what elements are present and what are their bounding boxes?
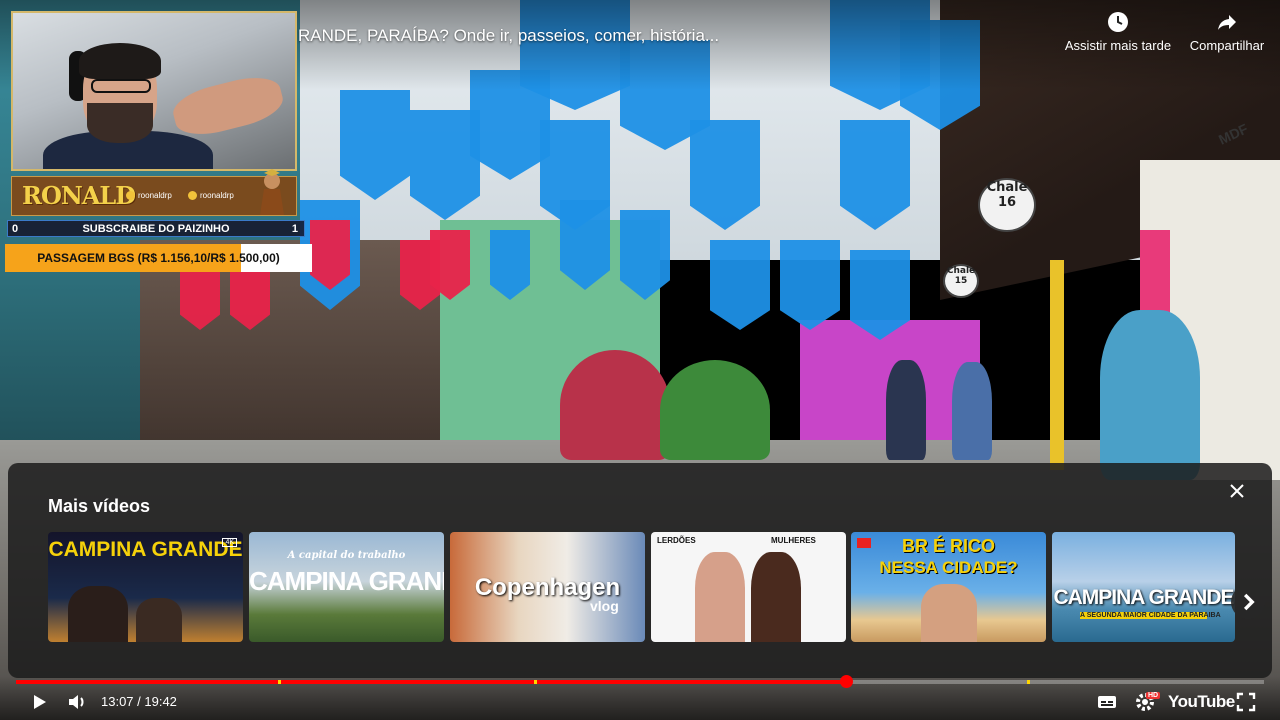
share-icon <box>1218 15 1236 30</box>
thumbnail-title: CAMPINA GRANDE <box>48 538 243 561</box>
clock-icon <box>1108 12 1128 32</box>
hd-badge: HD <box>1146 692 1161 699</box>
goal-label: SUBSCRAIBE DO PAIZINHO <box>82 223 230 235</box>
progress-played <box>16 680 846 684</box>
youtube-logo[interactable]: YouTube <box>1168 692 1235 712</box>
fullscreen-icon[interactable] <box>1234 690 1258 714</box>
time-display: 13:07 / 19:42 <box>101 694 177 709</box>
thumbnail-title: LERDÕES <box>657 536 696 545</box>
video-thumbnail[interactable]: CAMPINA GRANDE 4K <box>48 532 243 642</box>
thumbnail-person <box>921 584 977 642</box>
person-walking <box>886 360 926 460</box>
thumbnail-title: BR É RICO <box>901 536 995 556</box>
chapter-marker <box>1026 680 1030 684</box>
video-thumbnail[interactable]: CAMPINA GRANDE A SEGUNDA MAIOR CIDADE DA… <box>1052 532 1235 642</box>
green-plant <box>660 360 770 460</box>
chevron-right-icon <box>1243 593 1255 611</box>
chapter-marker <box>533 680 537 684</box>
social-handle-text: roonaldrp <box>200 191 234 200</box>
person-standing <box>1100 310 1200 480</box>
progress-bar[interactable] <box>16 675 1264 688</box>
webcam-hand <box>169 70 287 142</box>
volume-icon[interactable] <box>65 690 89 714</box>
webcam-glasses <box>91 79 151 93</box>
donation-goal-label: PASSAGEM BGS (R$ 1.156,10/R$ 1.500,00) <box>37 251 280 265</box>
webcam-beard <box>87 103 153 143</box>
person-walking <box>952 362 992 460</box>
thumbnail-subtitle: vlog <box>590 598 619 614</box>
festival-flag <box>780 240 840 330</box>
share-label: Compartilhar <box>1189 38 1265 53</box>
chale-16-label: Chale 16 <box>986 180 1028 210</box>
goal-target: 1 <box>291 223 298 235</box>
social-handle-text: roonaldrp <box>138 191 172 200</box>
thumbnail-person <box>68 586 128 642</box>
chale-15-sign: Chale 15 <box>943 264 979 298</box>
more-videos-panel: Mais vídeos CAMPINA GRANDE 4K A capital … <box>8 463 1272 678</box>
play-icon[interactable] <box>27 690 51 714</box>
streamer-name: RONALD <box>22 181 136 210</box>
festival-flag <box>710 240 770 330</box>
subtitles-icon[interactable] <box>1095 690 1119 714</box>
watch-later-button[interactable]: Assistir mais tarde <box>1060 10 1176 53</box>
video-thumbnail[interactable]: LERDÕES MULHERES <box>651 532 846 642</box>
chale-16-sign: Chale 16 <box>978 178 1036 232</box>
share-button[interactable]: Compartilhar <box>1184 10 1270 53</box>
subscriber-goal-bar: 0 SUBSCRAIBE DO PAIZINHO 1 <box>7 220 305 237</box>
chale-15-label: Chale 15 <box>946 266 976 286</box>
thumbnail-person <box>136 598 182 642</box>
more-videos-title: Mais vídeos <box>48 496 151 516</box>
social-handle: roonaldrp <box>126 191 172 201</box>
4k-badge: 4K <box>222 538 237 547</box>
thumbnail-title: CAMPINA GRANDE <box>249 566 444 596</box>
social-icon <box>188 191 197 201</box>
next-videos-button[interactable] <box>1231 585 1265 619</box>
streamer-name-bar: RONALD roonaldrp roonaldrp <box>11 169 297 216</box>
thumbnail-subtitle: A SEGUNDA MAIOR CIDADE DA PARAIBA <box>1080 612 1221 619</box>
thumbnail-title: CAMPINA GRANDE <box>1053 586 1234 609</box>
video-title[interactable]: RANDE, PARAÍBA? Onde ir, passeios, comer… <box>298 26 719 46</box>
thumbnail-subtitle: MULHERES <box>771 536 816 545</box>
social-handle: roonaldrp <box>188 191 234 201</box>
webcam-hair <box>79 43 161 79</box>
yellow-door-frame <box>1050 260 1064 470</box>
red-plant <box>560 350 670 460</box>
thumbnail-person <box>695 552 745 642</box>
progress-scrubber[interactable] <box>839 675 853 688</box>
video-thumbnail[interactable]: BR É RICO NESSA CIDADE? <box>851 532 1046 642</box>
close-icon[interactable] <box>1225 479 1249 503</box>
social-icon <box>126 191 135 201</box>
video-thumbnail[interactable]: Copenhagen vlog <box>450 532 645 642</box>
video-thumbnail[interactable]: A capital do trabalho CAMPINA GRANDE <box>249 532 444 642</box>
chapter-marker <box>278 680 282 684</box>
thumbnail-person <box>751 552 801 642</box>
donation-goal-bar: PASSAGEM BGS (R$ 1.156,10/R$ 1.500,00) <box>5 244 312 272</box>
thumbnail-subtitle: A capital do trabalho <box>287 550 406 561</box>
thumbnail-subtitle: NESSA CIDADE? <box>879 558 1018 577</box>
streamer-webcam <box>11 11 297 171</box>
watch-later-label: Assistir mais tarde <box>1064 38 1172 53</box>
warrior-avatar-icon <box>260 169 284 215</box>
